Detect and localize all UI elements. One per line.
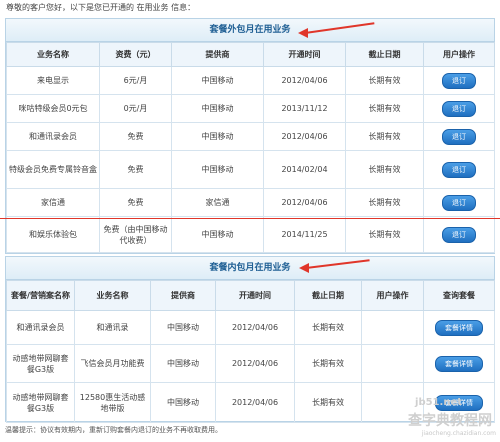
col-end-date: 截止日期 — [294, 280, 362, 311]
table-row: 来电显示 6元/月 中国移动 2012/04/06 长期有效 退订 — [6, 66, 495, 95]
unsubscribe-button[interactable]: 退订 — [442, 72, 476, 89]
end-date: 长期有效 — [345, 94, 424, 123]
fee: 免费（由中国移动代收费） — [99, 216, 172, 253]
col-user-action: 用户操作 — [423, 42, 495, 67]
col-provider: 提供商 — [171, 42, 264, 67]
col-service-name: 业务名称 — [6, 42, 100, 67]
unsubscribe-button[interactable]: 退订 — [442, 226, 476, 243]
watermark-url: jiaocheng.chazidian.com — [421, 430, 496, 437]
fee: 免费 — [99, 188, 172, 217]
service-name: 和通讯录 — [74, 310, 151, 345]
fee: 6元/月 — [99, 66, 172, 95]
section2-title: 套餐内包月在用业务 — [6, 257, 494, 280]
open-date: 2012/04/06 — [263, 122, 346, 151]
open-date: 2012/04/06 — [263, 188, 346, 217]
col-user-action: 用户操作 — [361, 280, 424, 311]
provider: 中国移动 — [171, 216, 264, 253]
section1-title: 套餐外包月在用业务 — [6, 19, 494, 42]
provider: 中国移动 — [171, 66, 264, 95]
package-name: 动感地带网聊套餐G3版 — [6, 344, 75, 383]
unsubscribe-button[interactable]: 退订 — [442, 161, 476, 178]
annotation-divider-line — [0, 218, 500, 219]
col-service-name: 业务名称 — [74, 280, 151, 311]
col-fee: 资费（元） — [99, 42, 172, 67]
provider: 中国移动 — [171, 150, 264, 189]
annotation-arrowhead-1 — [298, 28, 308, 38]
col-provider: 提供商 — [150, 280, 216, 311]
open-date: 2012/04/06 — [215, 382, 295, 423]
service-name: 咪咕特级会员0元包 — [6, 94, 100, 123]
annotation-arrowhead-2 — [299, 263, 309, 273]
col-query-package: 查询套餐 — [423, 280, 495, 311]
unsubscribe-button[interactable]: 退订 — [442, 100, 476, 117]
open-date: 2014/11/25 — [263, 216, 346, 253]
service-name: 和通讯录会员 — [6, 122, 100, 151]
table-row: 特级会员免费专属铃音盒 免费 中国移动 2014/02/04 长期有效 退订 — [6, 150, 495, 189]
package-details-button[interactable]: 套餐详情 — [435, 319, 483, 336]
open-date: 2013/11/12 — [263, 94, 346, 123]
service-name: 特级会员免费专属铃音盒 — [6, 150, 100, 189]
col-open-date: 开通时间 — [215, 280, 295, 311]
service-name: 和娱乐体验包 — [6, 216, 100, 253]
provider: 中国移动 — [150, 344, 216, 383]
watermark-site: jb51.net — [415, 397, 462, 408]
end-date: 长期有效 — [345, 122, 424, 151]
unsubscribe-button[interactable]: 退订 — [442, 194, 476, 211]
service-name: 来电显示 — [6, 66, 100, 95]
section1-table: 业务名称 资费（元） 提供商 开通时间 截止日期 用户操作 来电显示 6元/月 … — [6, 42, 495, 253]
col-package-name: 套餐/营销案名称 — [6, 280, 75, 311]
fee: 免费 — [99, 150, 172, 189]
open-date: 2014/02/04 — [263, 150, 346, 189]
provider: 中国移动 — [171, 122, 264, 151]
open-date: 2012/04/06 — [215, 344, 295, 383]
provider: 中国移动 — [150, 310, 216, 345]
provider: 中国移动 — [150, 382, 216, 423]
end-date: 长期有效 — [294, 382, 362, 423]
footer-tip: 温馨提示：协议有效期内，重新订购套餐内退订的业务不再收取费用。 — [5, 426, 222, 434]
end-date: 长期有效 — [345, 188, 424, 217]
table-row: 家信通 免费 家信通 2012/04/06 长期有效 退订 — [6, 188, 495, 217]
service-name: 飞信会员月功能费 — [74, 344, 151, 383]
table-row: 咪咕特级会员0元包 0元/月 中国移动 2013/11/12 长期有效 退订 — [6, 94, 495, 123]
end-date: 长期有效 — [345, 66, 424, 95]
provider: 中国移动 — [171, 94, 264, 123]
end-date: 长期有效 — [294, 310, 362, 345]
end-date: 长期有效 — [294, 344, 362, 383]
fee: 免费 — [99, 122, 172, 151]
watermark-brand: 查字典教程网 — [408, 413, 492, 429]
table-row: 动感地带网聊套餐G3版 飞信会员月功能费 中国移动 2012/04/06 长期有… — [6, 344, 495, 383]
user-action — [361, 310, 424, 345]
table-row: 和娱乐体验包 免费（由中国移动代收费） 中国移动 2014/11/25 长期有效… — [6, 216, 495, 253]
end-date: 长期有效 — [345, 216, 424, 253]
end-date: 长期有效 — [345, 150, 424, 189]
col-open-date: 开通时间 — [263, 42, 346, 67]
service-name: 家信通 — [6, 188, 100, 217]
intro-text: 尊敬的客户您好，以下是您已开通的 在用业务 信息： — [6, 3, 196, 12]
col-end-date: 截止日期 — [345, 42, 424, 67]
service-name: 12580惠生活动感地带版 — [74, 382, 151, 423]
open-date: 2012/04/06 — [263, 66, 346, 95]
fee: 0元/月 — [99, 94, 172, 123]
package-name: 和通讯录会员 — [6, 310, 75, 345]
table-row: 和通讯录会员 免费 中国移动 2012/04/06 长期有效 退订 — [6, 122, 495, 151]
open-date: 2012/04/06 — [215, 310, 295, 345]
table-row: 和通讯录会员 和通讯录 中国移动 2012/04/06 长期有效 套餐详情 — [6, 310, 495, 345]
unsubscribe-button[interactable]: 退订 — [442, 128, 476, 145]
provider: 家信通 — [171, 188, 264, 217]
user-action — [361, 344, 424, 383]
package-name: 动感地带网聊套餐G3版 — [6, 382, 75, 423]
package-details-button[interactable]: 套餐详情 — [435, 355, 483, 372]
